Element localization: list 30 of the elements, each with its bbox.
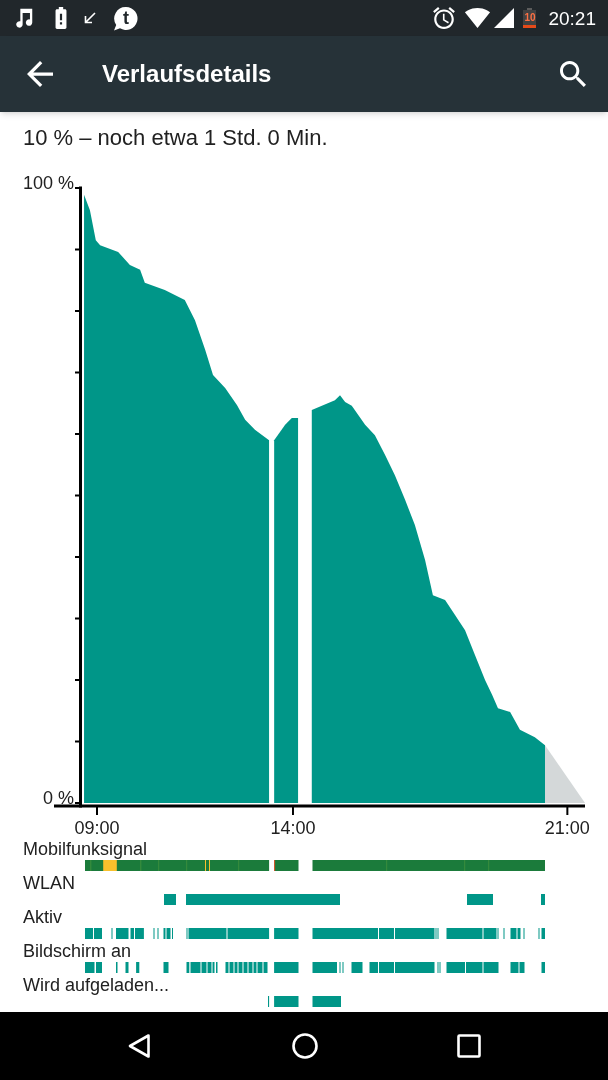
timeline-label: Bildschirm an (22, 940, 132, 962)
timeline-label: Wird aufgeladen... (22, 974, 170, 996)
back-triangle-icon (127, 1033, 151, 1059)
screen-title: Verlaufsdetails (102, 59, 272, 89)
recents-square-icon (457, 1034, 481, 1058)
x-axis-label: 14:00 (270, 818, 316, 838)
cell-signal-icon (494, 8, 515, 28)
battery-summary: 10 % – noch etwa 1 Std. 0 Min. (23, 124, 328, 152)
home-circle-icon (292, 1033, 318, 1059)
wifi-icon (463, 8, 493, 28)
recents-button[interactable] (457, 1034, 481, 1058)
back-button[interactable] (27, 61, 53, 87)
nav-back-button[interactable] (127, 1033, 151, 1059)
arrow-down-left-icon (84, 12, 96, 24)
back-arrow-icon (27, 61, 53, 87)
search-button[interactable] (560, 61, 586, 87)
music-note-icon (13, 7, 35, 29)
y-axis-label: 100 % (22, 173, 74, 193)
alarm-clock-icon (433, 7, 456, 29)
search-icon (560, 61, 586, 87)
app-logo-badge: t (113, 5, 138, 31)
home-button[interactable] (292, 1033, 318, 1059)
x-axis-label: 09:00 (74, 818, 120, 838)
timeline-label: WLAN (22, 872, 75, 894)
timeline-label: Mobilfunksignal (22, 838, 148, 860)
battery-indicator: 10 (523, 8, 537, 28)
clock-time: 20:21 (548, 8, 596, 28)
y-axis-label: 0 % (42, 788, 74, 808)
timeline-label: Aktiv (22, 906, 62, 928)
x-axis-label: 21:00 (544, 818, 590, 838)
